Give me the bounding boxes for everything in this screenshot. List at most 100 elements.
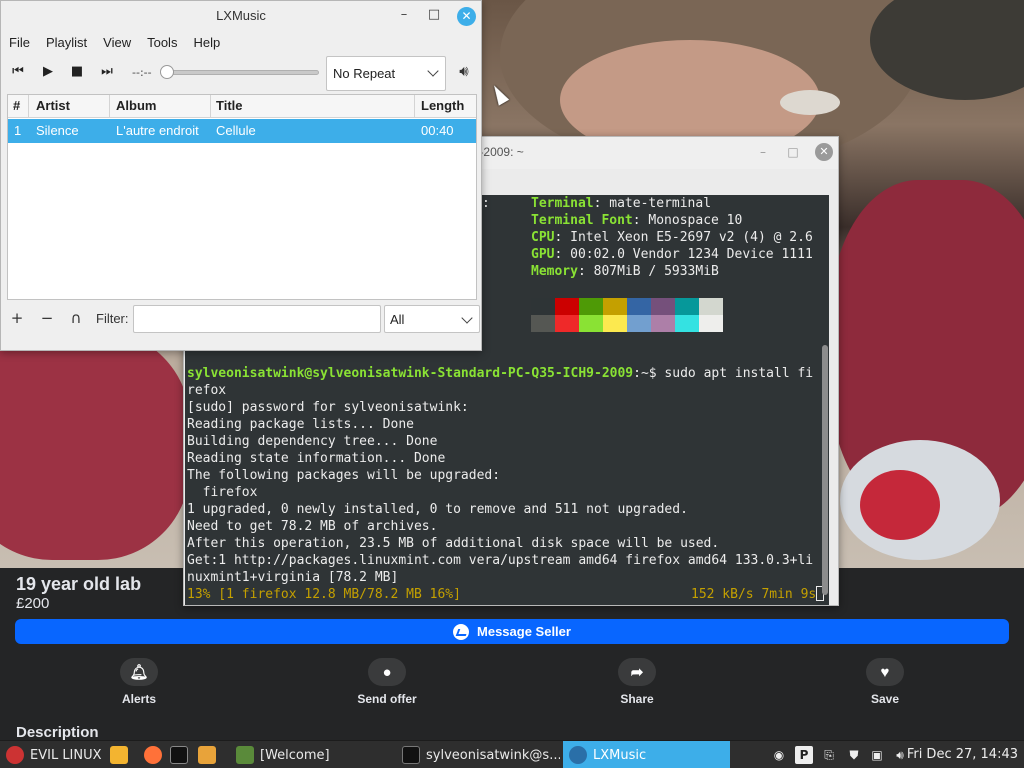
menu-help[interactable]: Help: [185, 33, 228, 53]
column-album[interactable]: Album: [116, 98, 156, 113]
welcome-app-icon: [236, 746, 254, 764]
alerts-label: Alerts: [121, 692, 156, 706]
taskbar-window-welcome[interactable]: [Welcome]: [230, 741, 390, 768]
seek-handle[interactable]: [160, 65, 174, 79]
row-artist: Silence: [36, 123, 79, 138]
terminal-output-line: 1 upgraded, 0 newly installed, 0 to remo…: [187, 502, 688, 517]
neofetch-key: CPU: [531, 230, 555, 245]
repeat-mode-value: No Repeat: [333, 66, 396, 81]
menubar: File Playlist View Tools Help: [1, 33, 228, 53]
send-offer-icon: ●: [368, 658, 406, 686]
row-title: Cellule: [216, 123, 256, 138]
filter-scope-value: All: [390, 312, 405, 327]
playlist-table[interactable]: # Artist Album Title Length 1 Silence L'…: [7, 94, 477, 300]
filter-input[interactable]: [133, 305, 381, 333]
neofetch-line: CPU: Intel Xeon E5-2697 v2 (4) @ 2.6: [531, 230, 813, 245]
clipboard-icon[interactable]: ⎘: [820, 746, 838, 764]
save-label: Save: [870, 692, 900, 706]
filter-scope-select[interactable]: All: [384, 305, 480, 333]
column-length[interactable]: Length: [421, 98, 464, 113]
palette-swatch: [651, 315, 675, 332]
taskbar-window-label: [Welcome]: [260, 747, 330, 763]
playlist-toolbar: + − ∩ Filter: All: [1, 303, 481, 335]
menu-file[interactable]: File: [1, 33, 38, 53]
send-offer-button[interactable]: ● Send offer: [327, 658, 447, 706]
neofetch-value: 00:02.0 Vendor 1234 Device 1111: [570, 247, 813, 262]
palette-swatch: [675, 315, 699, 332]
terminal-maximize-button[interactable]: □: [786, 145, 800, 159]
alerts-button[interactable]: 🔔︎ Alerts: [79, 658, 199, 706]
row-album: L'autre endroit: [116, 123, 199, 138]
menu-tools[interactable]: Tools: [139, 33, 185, 53]
lxmusic-close-button[interactable]: ✕: [457, 7, 476, 26]
neofetch-value: Monospace 10: [648, 213, 743, 228]
next-track-icon[interactable]: ⏭︎: [97, 64, 117, 79]
taskbar-window-terminal[interactable]: sylveonisatwink@s...: [396, 741, 560, 768]
column-title[interactable]: Title: [216, 98, 243, 113]
palette-swatch: [699, 315, 723, 332]
terminal-output-line: Reading package lists... Done: [187, 417, 414, 432]
add-icon[interactable]: +: [8, 309, 26, 327]
column-number[interactable]: #: [13, 98, 20, 113]
share-button[interactable]: ➦ Share: [577, 658, 697, 706]
play-icon[interactable]: ▶: [38, 64, 58, 79]
lxmusic-minimize-button[interactable]: –: [396, 7, 412, 22]
start-menu-button[interactable]: EVIL LINUX: [6, 741, 106, 768]
lxmusic-window[interactable]: LXMusic – □ ✕ File Playlist View Tools H…: [0, 0, 482, 351]
neofetch-line: GPU: 00:02.0 Vendor 1234 Device 1111: [531, 247, 813, 262]
seek-bar[interactable]: [161, 70, 319, 75]
table-row[interactable]: 1 Silence L'autre endroit Cellule 00:40: [8, 119, 476, 143]
send-offer-label: Send offer: [357, 692, 417, 706]
download-progress: 13% [1 firefox 12.8 MB/78.2 MB 16%]: [187, 587, 461, 602]
palette-swatch: [603, 315, 627, 332]
firefox-icon[interactable]: [144, 746, 162, 764]
folder-icon[interactable]: [198, 746, 216, 764]
message-seller-button[interactable]: Message Seller: [15, 619, 1009, 644]
taskbar-window-label: sylveonisatwink@s...: [426, 747, 560, 763]
volume-icon[interactable]: 🔊︎: [452, 62, 476, 84]
share-label: Share: [620, 692, 654, 706]
neofetch-value: mate-terminal: [609, 196, 712, 211]
neofetch-key: Terminal Font: [531, 213, 633, 228]
terminal-close-button[interactable]: ✕: [815, 143, 833, 161]
column-artist[interactable]: Artist: [36, 98, 70, 113]
palette-swatch: [627, 315, 651, 332]
terminal-scrollbar[interactable]: [822, 345, 828, 595]
stop-icon[interactable]: ■: [67, 64, 87, 79]
terminal-minimize-button[interactable]: –: [756, 145, 770, 159]
shuffle-icon[interactable]: ∩: [67, 309, 85, 327]
terminal-output-line: Need to get 78.2 MB of archives.: [187, 519, 438, 534]
chevron-down-icon: [427, 65, 439, 77]
palette-swatch: [603, 298, 627, 315]
clock[interactable]: Fri Dec 27, 14:43: [907, 741, 1018, 768]
neofetch-line: Terminal: mate-terminal: [531, 196, 712, 211]
network-icon[interactable]: ◉: [770, 746, 788, 764]
terminal-output-line: After this operation, 23.5 MB of additio…: [187, 536, 720, 551]
neofetch-line: Terminal Font: Monospace 10: [531, 213, 743, 228]
previous-track-icon[interactable]: ⏮︎: [8, 64, 28, 79]
listing-title: 19 year old lab: [16, 574, 142, 594]
distro-logo-icon: [6, 746, 24, 764]
chevron-down-icon: [461, 312, 473, 324]
taskbar-window-lxmusic[interactable]: LXMusic: [563, 741, 730, 768]
p-icon[interactable]: P: [795, 746, 813, 764]
terminal-output-line: Building dependency tree... Done: [187, 434, 438, 449]
shield-icon[interactable]: ⛊: [845, 746, 863, 764]
remove-icon[interactable]: −: [38, 309, 56, 327]
palette-swatch: [555, 315, 579, 332]
menu-view[interactable]: View: [95, 33, 139, 53]
repeat-mode-select[interactable]: No Repeat: [326, 56, 446, 91]
terminal-app-icon: [402, 746, 420, 764]
files-icon[interactable]: [110, 746, 128, 764]
start-menu-label: EVIL LINUX: [30, 747, 102, 763]
save-button[interactable]: ♥ Save: [825, 658, 945, 706]
menu-playlist[interactable]: Playlist: [38, 33, 95, 53]
update-manager-icon[interactable]: ▣: [868, 746, 886, 764]
terminal-output-line: [sudo] password for sylveonisatwink:: [187, 400, 469, 415]
color-palette: [531, 298, 723, 332]
lxmusic-maximize-button[interactable]: □: [426, 7, 442, 22]
listing-price: £200: [16, 595, 50, 612]
time-display: --:--: [132, 66, 152, 79]
terminal-output-line: nuxmint1+virginia [78.2 MB]: [187, 570, 399, 585]
terminal-launcher-icon[interactable]: [170, 746, 188, 764]
